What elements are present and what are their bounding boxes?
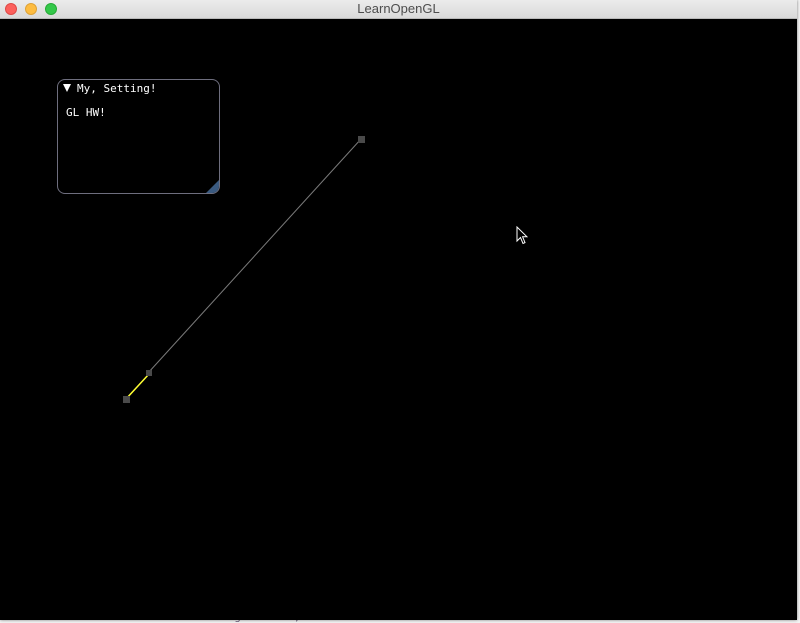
arrow-cursor-icon (516, 226, 528, 245)
triangle-down-icon[interactable] (63, 84, 71, 92)
resize-grip[interactable] (206, 180, 219, 193)
highlighted-line-segment (125, 373, 150, 400)
gl-viewport[interactable]: My, Setting! GL HW! (0, 19, 797, 620)
settings-panel[interactable]: My, Setting! GL HW! (57, 79, 220, 194)
window-title: LearnOpenGL (357, 1, 440, 16)
app-window: LearnOpenGL My, Setting! GL HW! (0, 0, 797, 620)
control-point-middle[interactable] (146, 370, 152, 376)
control-point-bottom[interactable] (123, 396, 130, 403)
control-point-top[interactable] (358, 136, 365, 143)
panel-title: My, Setting! (77, 82, 157, 95)
panel-text: GL HW! (66, 106, 106, 119)
panel-header[interactable]: My, Setting! (58, 80, 219, 98)
title-bar[interactable]: LearnOpenGL (0, 0, 797, 19)
